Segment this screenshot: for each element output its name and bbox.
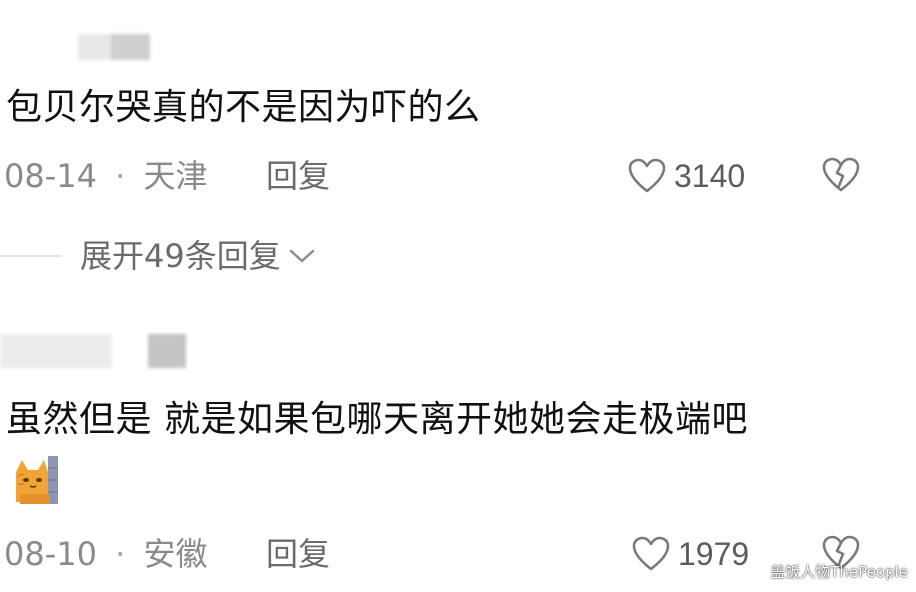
- expand-replies-label: 展开49条回复: [80, 237, 281, 275]
- meta-separator: ·: [115, 157, 126, 195]
- expand-replies[interactable]: 展开49条回复: [0, 236, 317, 276]
- comment-date: 08-14: [4, 157, 97, 195]
- chevron-down-icon: [289, 249, 314, 263]
- comment-location: 天津: [143, 157, 208, 195]
- comment-meta: 08-10 · 安徽: [4, 534, 208, 574]
- watermark: 盖饭人物ThePeople: [770, 563, 908, 581]
- like-count: 1979: [678, 536, 750, 572]
- reply-button[interactable]: 回复: [266, 534, 330, 574]
- heart-outline-icon: [628, 158, 666, 193]
- reply-button[interactable]: 回复: [266, 156, 330, 196]
- comment-feed: 包贝尔哭真的不是因为吓的么 08-14 · 天津 回复 3140 展开49条回复: [0, 0, 916, 592]
- broken-heart-icon[interactable]: [822, 156, 860, 194]
- comment-location: 安徽: [143, 535, 208, 573]
- like-button[interactable]: 3140: [628, 156, 745, 196]
- like-button[interactable]: 1979: [632, 534, 749, 574]
- meta-separator: ·: [115, 535, 126, 573]
- comment-text: 虽然但是 就是如果包哪天离开她她会走极端吧: [6, 399, 748, 440]
- cat-emoji: [16, 456, 58, 504]
- like-count: 3140: [674, 158, 746, 194]
- comment-text: 包贝尔哭真的不是因为吓的么: [6, 87, 481, 128]
- comment-date: 08-10: [4, 535, 97, 573]
- expand-divider-line: [0, 255, 62, 257]
- comment-meta: 08-14 · 天津: [4, 156, 208, 196]
- heart-outline-icon: [632, 536, 670, 571]
